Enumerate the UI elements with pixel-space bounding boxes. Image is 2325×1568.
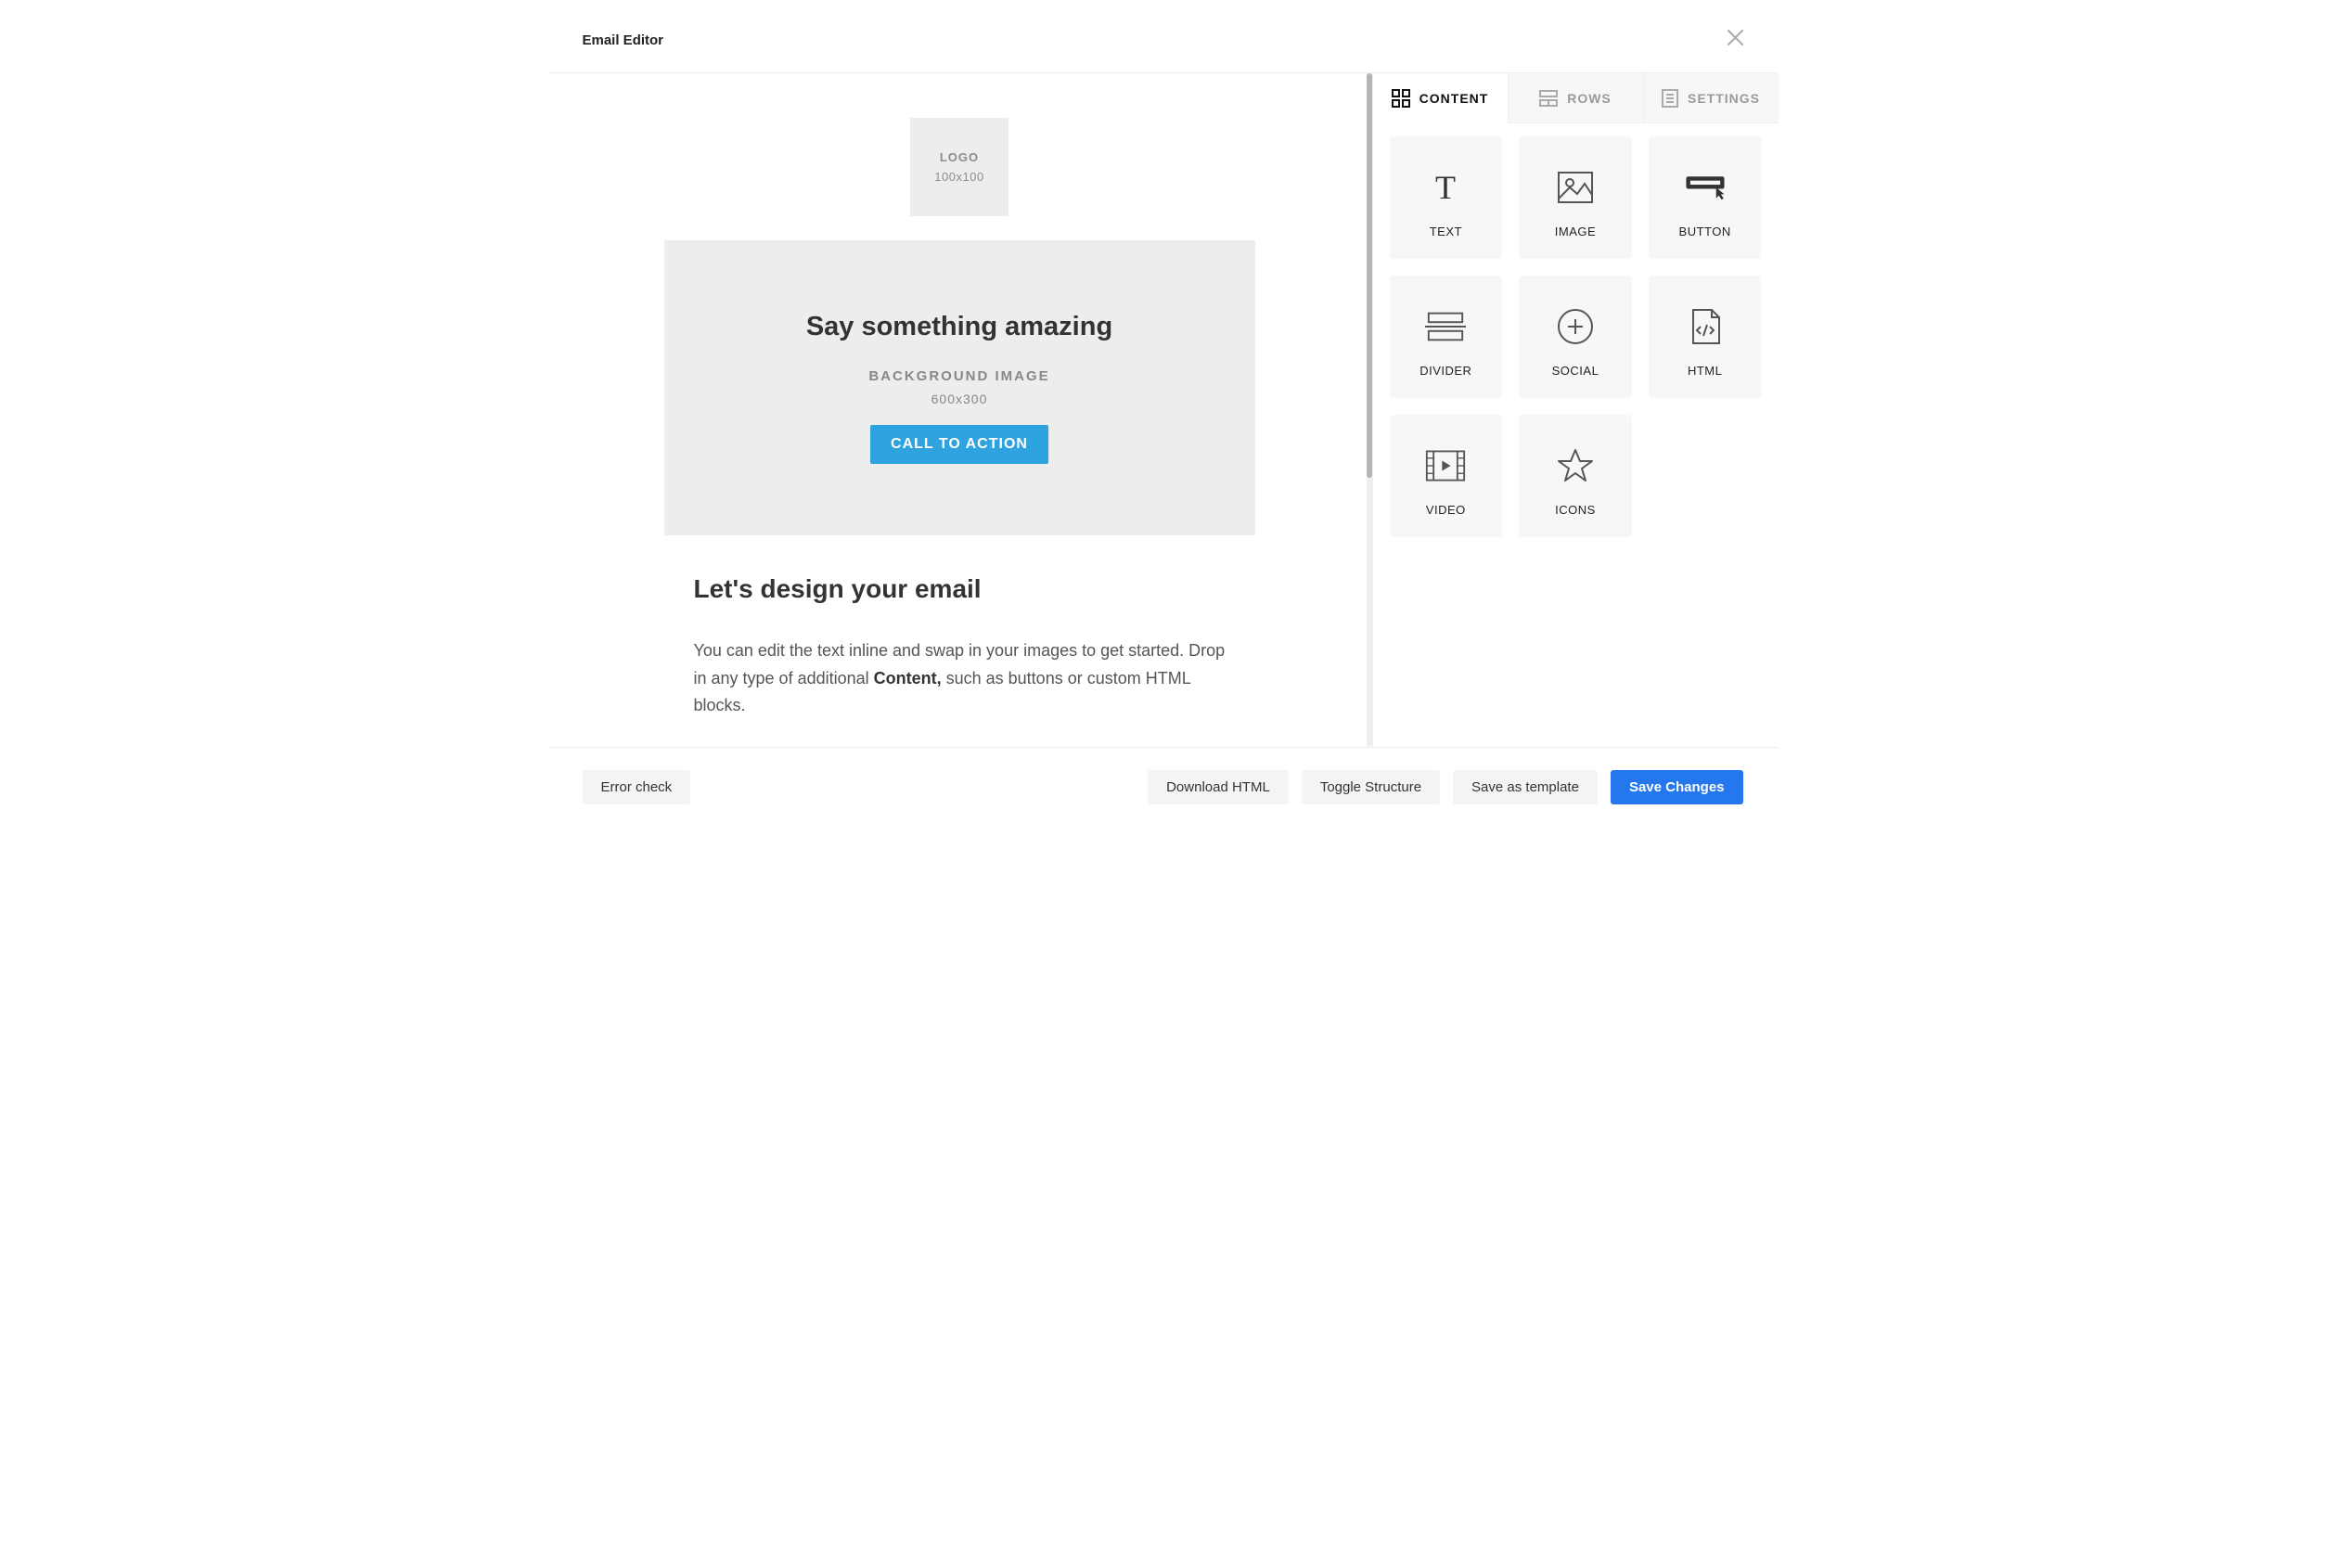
editor-footer: Error check Download HTML Toggle Structu… [547,747,1779,830]
close-button[interactable] [1728,30,1743,50]
tab-rows[interactable]: ROWS [1509,73,1644,123]
social-icon [1555,308,1596,345]
scrollbar-track [1367,73,1372,747]
video-icon [1425,447,1466,484]
error-check-button[interactable]: Error check [583,770,691,804]
tab-settings-label: SETTINGS [1688,91,1760,106]
hero-dimensions: 600x300 [931,392,988,406]
block-text[interactable]: T TEXT [1390,136,1503,259]
block-image-label: IMAGE [1555,225,1596,238]
star-icon [1555,447,1596,484]
grid-icon [1392,89,1410,108]
block-video-label: VIDEO [1426,503,1466,517]
divider-icon [1425,308,1466,345]
body-text-block[interactable]: Let's design your email You can edit the… [664,574,1255,720]
html-icon [1685,308,1726,345]
image-icon [1555,169,1596,206]
block-divider[interactable]: DIVIDER [1390,276,1503,398]
block-text-label: TEXT [1430,225,1462,238]
sidebar-tabs: CONTENT ROWS SETTINGS [1373,73,1779,123]
rows-icon [1539,90,1558,107]
settings-icon [1662,89,1678,108]
tab-content-label: CONTENT [1419,91,1489,106]
toggle-structure-button[interactable]: Toggle Structure [1302,770,1440,804]
content-blocks-grid: T TEXT IMAGE BUTTON DIVIDER [1373,123,1779,550]
logo-placeholder[interactable]: LOGO 100x100 [910,118,1008,216]
cta-button[interactable]: CALL TO ACTION [870,425,1048,464]
hero-bg-label: BACKGROUND IMAGE [868,368,1049,384]
svg-text:T: T [1435,171,1456,204]
editor-title: Email Editor [583,32,664,48]
sidebar: CONTENT ROWS SETTINGS T TEXT [1372,73,1779,747]
block-video[interactable]: VIDEO [1390,415,1503,537]
logo-label: LOGO [940,150,979,164]
editor-main: LOGO 100x100 Say something amazing BACKG… [547,73,1779,747]
hero-block[interactable]: Say something amazing BACKGROUND IMAGE 6… [664,240,1255,535]
body-paragraph[interactable]: You can edit the text inline and swap in… [694,637,1226,720]
tab-content[interactable]: CONTENT [1373,73,1509,123]
block-button[interactable]: BUTTON [1649,136,1762,259]
block-html-label: HTML [1688,364,1722,378]
block-image[interactable]: IMAGE [1519,136,1632,259]
save-template-button[interactable]: Save as template [1453,770,1598,804]
save-changes-button[interactable]: Save Changes [1611,770,1743,804]
body-para-bold: Content, [874,669,942,688]
canvas-area[interactable]: LOGO 100x100 Say something amazing BACKG… [547,73,1372,747]
logo-dimensions: 100x100 [934,170,983,184]
block-icons[interactable]: ICONS [1519,415,1632,537]
button-icon [1685,169,1726,206]
text-icon: T [1425,169,1466,206]
block-icons-label: ICONS [1555,503,1596,517]
editor-header: Email Editor [547,0,1779,73]
block-social[interactable]: SOCIAL [1519,276,1632,398]
block-divider-label: DIVIDER [1419,364,1471,378]
block-social-label: SOCIAL [1552,364,1599,378]
block-html[interactable]: HTML [1649,276,1762,398]
download-html-button[interactable]: Download HTML [1148,770,1289,804]
tab-settings[interactable]: SETTINGS [1644,73,1779,123]
scrollbar-thumb[interactable] [1367,73,1372,478]
body-heading[interactable]: Let's design your email [694,574,1226,604]
footer-actions: Download HTML Toggle Structure Save as t… [1148,770,1742,804]
block-button-label: BUTTON [1679,225,1731,238]
hero-heading[interactable]: Say something amazing [806,312,1112,342]
close-icon [1728,30,1743,45]
tab-rows-label: ROWS [1567,91,1612,106]
